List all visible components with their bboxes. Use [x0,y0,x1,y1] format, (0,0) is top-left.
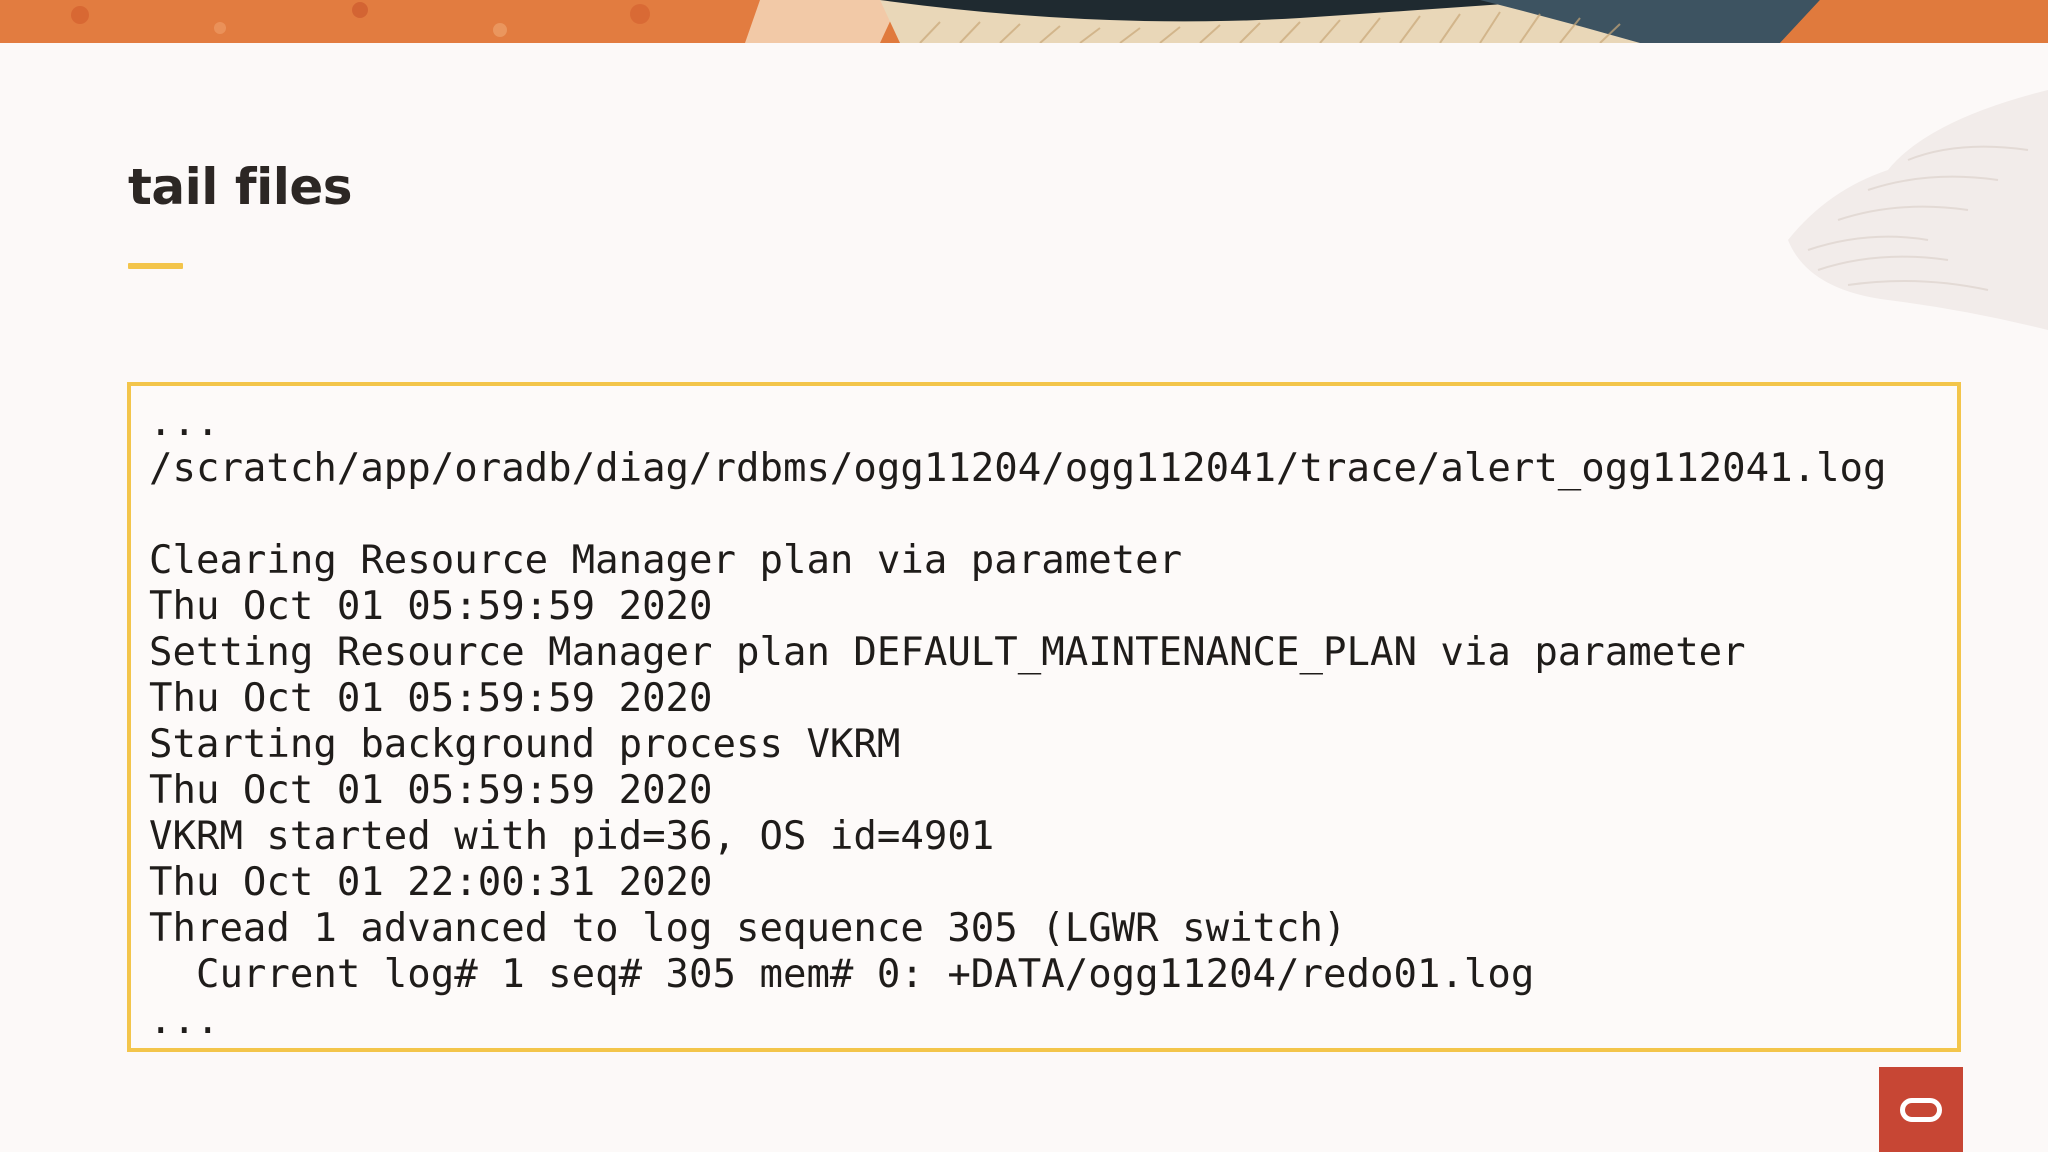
code-line: Thu Oct 01 05:59:59 2020 [149,676,713,721]
slide-title: tail files [128,158,353,216]
code-line: Thu Oct 01 05:59:59 2020 [149,768,713,813]
oracle-logo-icon [1879,1067,1963,1152]
decorative-banner [0,0,2048,43]
code-line: Setting Resource Manager plan DEFAULT_MA… [149,630,1746,675]
code-line: Clearing Resource Manager plan via param… [149,538,1183,583]
title-underline-accent [128,263,183,269]
code-line: Current log# 1 seq# 305 mem# 0: +DATA/og… [149,952,1535,997]
code-line: VKRM started with pid=36, OS id=4901 [149,814,995,859]
code-line: Thread 1 advanced to log sequence 305 (L… [149,906,1347,951]
code-line: ... [149,400,220,445]
decorative-leaf-pattern [1628,80,2048,360]
code-line: Starting background process VKRM [149,722,901,767]
oracle-ring-icon [1900,1097,1942,1122]
code-line: Thu Oct 01 05:59:59 2020 [149,584,713,629]
code-line: /scratch/app/oradb/diag/rdbms/ogg11204/o… [149,446,1887,491]
log-output-code-block: ... /scratch/app/oradb/diag/rdbms/ogg112… [127,382,1961,1052]
code-line: Thu Oct 01 22:00:31 2020 [149,860,713,905]
code-line: ... [149,998,220,1043]
